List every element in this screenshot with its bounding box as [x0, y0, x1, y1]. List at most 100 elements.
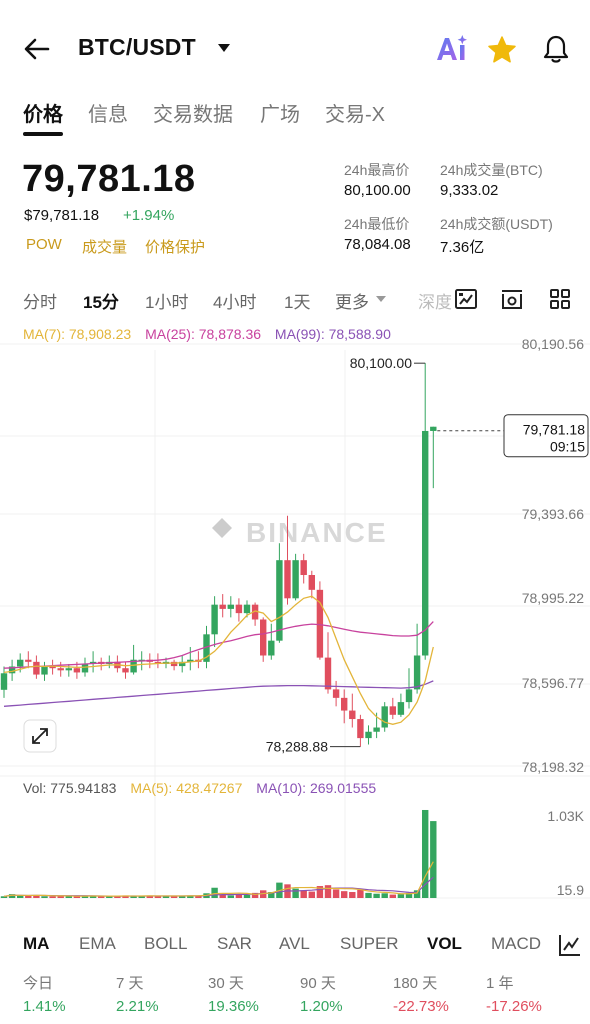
candle-body: [332, 689, 340, 698]
perf-label-180d: 180 天: [393, 975, 438, 992]
vol-ma10-value: MA(10): 269.01555: [256, 780, 377, 796]
candle-body: [284, 560, 291, 599]
candle-body: [260, 619, 267, 656]
low-label: 24h最低价: [344, 216, 410, 232]
favorite-star-icon[interactable]: [487, 35, 517, 65]
candle-body: [268, 640, 275, 656]
perf-value-7d: 2.21%: [116, 998, 159, 1015]
pow-badge[interactable]: POW: [26, 236, 62, 253]
indicator-macd[interactable]: MACD: [491, 934, 541, 954]
vol-ma5-line: [3, 861, 434, 897]
volume-bar: [243, 895, 251, 898]
interval-15m[interactable]: 15分: [83, 288, 119, 313]
vol-btc-label: 24h成交量(BTC): [440, 162, 543, 178]
usd-price: $79,781.18: [24, 207, 100, 224]
indicator-settings-icon[interactable]: [499, 286, 525, 312]
volume-bar: [357, 889, 364, 898]
candle-body: [349, 710, 356, 720]
vol-value: Vol: 775.94183: [23, 780, 117, 796]
volume-bar: [341, 891, 348, 898]
tab-square[interactable]: 广场: [260, 98, 300, 127]
candle-body: [73, 668, 81, 673]
candle-body: [324, 657, 332, 690]
bell-icon[interactable]: [540, 33, 572, 65]
vol-usdt-label: 24h成交额(USDT): [440, 216, 553, 232]
perf-value-180d: -22.73%: [393, 998, 449, 1015]
watermark: BINANCE: [212, 517, 386, 548]
candle-body: [219, 604, 226, 609]
volume-tick-label: 1.03K: [547, 808, 584, 824]
high-value: 80,100.00: [344, 182, 411, 199]
interval-timeline[interactable]: 分时: [23, 288, 57, 313]
performance-row: 今日 1.41% 7 天 2.21% 30 天 19.36% 90 天 1.20…: [0, 968, 590, 1024]
tab-trade-x[interactable]: 交易-X: [325, 98, 385, 127]
candle-body: [65, 668, 72, 671]
interval-4h[interactable]: 4小时: [213, 288, 256, 313]
volume-bar: [332, 889, 340, 898]
candlestick-chart[interactable]: BINANCE 80,190.56 79,393.66 78,995.22 78,59…: [0, 320, 590, 900]
candle-body: [33, 661, 40, 675]
interval-depth[interactable]: 深度: [418, 288, 452, 313]
indicator-super[interactable]: SUPER: [340, 934, 399, 954]
price-tick-label: 80,190.56: [522, 336, 584, 352]
perf-value-1y: -17.26%: [486, 998, 542, 1015]
price-tick-label: 78,995.22: [522, 590, 584, 606]
candle-body: [0, 673, 8, 690]
chevron-down-icon[interactable]: [216, 40, 232, 56]
interval-1h[interactable]: 1小时: [145, 288, 188, 313]
indicator-boll[interactable]: BOLL: [144, 934, 187, 954]
vol-usdt-value: 7.36亿: [440, 239, 485, 256]
perf-label-1y: 1 年: [486, 975, 514, 992]
volume-legend: Vol: 775.94183 MA(5): 428.47267 MA(10): …: [23, 780, 376, 796]
pair-title[interactable]: BTC/USDT: [78, 34, 196, 61]
main-tabs: 价格 信息 交易数据 广场 交易-X: [0, 92, 590, 138]
indicator-avl[interactable]: AVL: [279, 934, 310, 954]
perf-value-today: 1.41%: [23, 998, 66, 1015]
ai-icon[interactable]: [434, 34, 468, 64]
interval-1d[interactable]: 1天: [284, 288, 310, 313]
indicator-sar[interactable]: SAR: [217, 934, 252, 954]
volume-bar: [349, 892, 356, 898]
price-protection-badge[interactable]: 价格保护: [145, 236, 205, 257]
candle-body: [300, 560, 307, 576]
ma99-line: [3, 680, 434, 707]
price-change: +1.94%: [123, 207, 175, 224]
candle-body: [397, 702, 405, 715]
candle-body: [405, 689, 413, 703]
perf-label-7d: 7 天: [116, 975, 144, 992]
perf-label-90d: 90 天: [300, 975, 336, 992]
ma7-value: MA(7): 78,908.23: [23, 326, 132, 342]
volume-badge[interactable]: 成交量: [82, 236, 127, 257]
candle-body: [211, 604, 218, 635]
low-marker-label: 78,288.88: [266, 739, 328, 755]
volume-bar: [308, 891, 315, 898]
tab-trading-data[interactable]: 交易数据: [153, 98, 233, 127]
indicator-ma[interactable]: MA: [23, 934, 49, 954]
price-tick-label: 78,198.32: [522, 759, 584, 775]
volume-tick-label: 15.9: [557, 882, 584, 898]
layout-grid-icon[interactable]: [547, 286, 573, 312]
tab-info[interactable]: 信息: [88, 98, 128, 127]
price-tick-label: 78,596.77: [522, 675, 584, 691]
ma-lines: [3, 595, 434, 725]
candle-body: [81, 663, 89, 673]
chart-settings-icon[interactable]: [453, 286, 479, 312]
candle-body: [381, 706, 388, 728]
candle-body: [365, 731, 372, 739]
tab-price[interactable]: 价格: [23, 98, 63, 127]
ma99-value: MA(99): 78,588.90: [274, 326, 391, 342]
interval-more[interactable]: 更多: [335, 288, 369, 313]
indicator-vol[interactable]: VOL: [427, 934, 462, 954]
volume-bar: [324, 885, 332, 898]
back-arrow-icon[interactable]: [20, 32, 54, 66]
expand-button[interactable]: [23, 719, 57, 753]
indicator-chart-icon[interactable]: [557, 932, 583, 958]
candle-body: [413, 655, 421, 690]
volume-bar: [389, 894, 396, 898]
high-label: 24h最高价: [344, 162, 410, 178]
high-marker-label: 80,100.00: [350, 355, 412, 371]
vol-ma5-value: MA(5): 428.47267: [130, 780, 243, 796]
price-tick-label: 79,393.66: [522, 506, 584, 522]
indicator-ema[interactable]: EMA: [79, 934, 116, 954]
indicator-tabs: MA EMA BOLL SAR AVL SUPER VOL MACD: [0, 928, 590, 962]
